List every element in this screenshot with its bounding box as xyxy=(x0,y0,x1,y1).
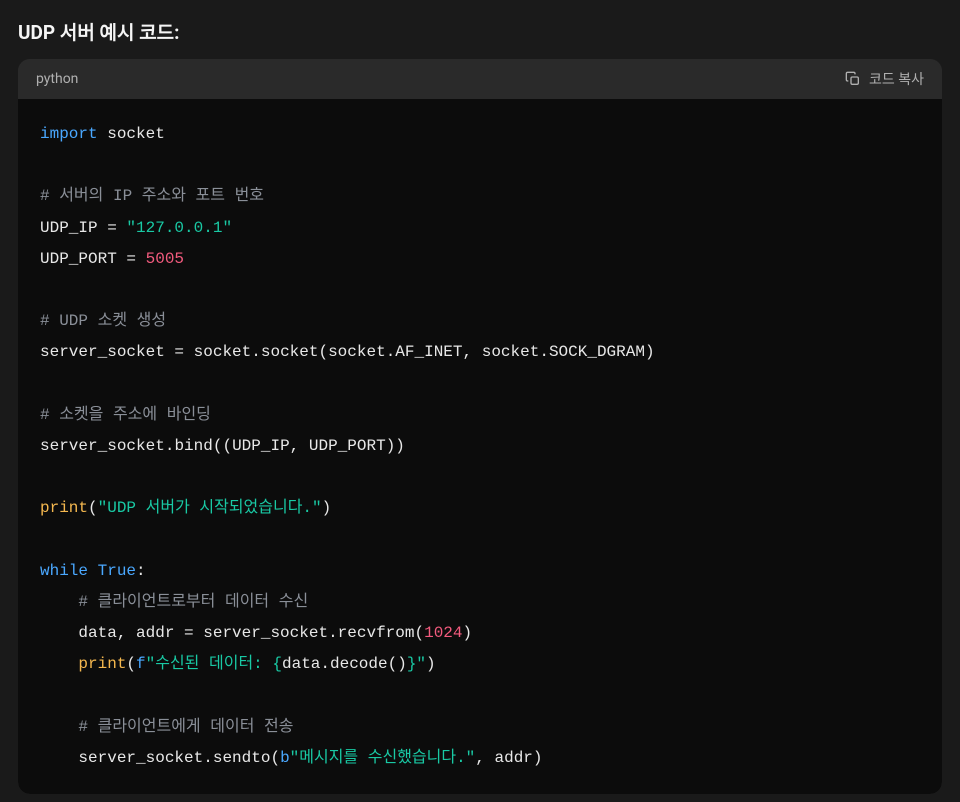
code-token: ( xyxy=(126,655,136,673)
code-token: 1024 xyxy=(424,624,462,642)
code-token: . xyxy=(203,749,213,767)
code-token: recvfrom xyxy=(338,624,415,642)
code-token: ( xyxy=(318,343,328,361)
code-token: import xyxy=(40,125,98,143)
code-token: . xyxy=(539,343,549,361)
code-content[interactable]: import socket # 서버의 IP 주소와 포트 번호 UDP_IP … xyxy=(18,99,942,794)
code-token: ) xyxy=(386,437,396,455)
code-token: server_socket xyxy=(203,624,328,642)
code-token: socket xyxy=(261,343,319,361)
code-token: ) xyxy=(645,343,655,361)
code-token: . xyxy=(251,343,261,361)
code-comment: # 클라이언트에게 데이터 전송 xyxy=(78,718,293,736)
code-token: ( xyxy=(414,624,424,642)
code-token: print xyxy=(78,655,126,673)
code-token: socket xyxy=(194,343,252,361)
code-token: "127.0.0.1" xyxy=(126,219,232,237)
code-token: True xyxy=(98,562,136,580)
code-token: "메시지를 수신했습니다." xyxy=(290,749,476,767)
code-token: ) xyxy=(426,655,436,673)
code-token: server_socket xyxy=(40,343,165,361)
code-token: UDP_IP xyxy=(40,219,98,237)
code-token: . xyxy=(328,624,338,642)
code-token: ) xyxy=(463,624,473,642)
code-token: print xyxy=(40,499,88,517)
code-header: python 코드 복사 xyxy=(18,59,942,99)
code-token: , xyxy=(475,749,494,767)
code-token: sendto xyxy=(213,749,271,767)
code-token: f xyxy=(136,655,146,673)
code-token: data.decode() xyxy=(282,655,407,673)
section-heading: UDP 서버 예시 코드: xyxy=(18,18,942,45)
code-token: = xyxy=(174,624,203,642)
code-token: = xyxy=(165,343,194,361)
code-comment: # 클라이언트로부터 데이터 수신 xyxy=(78,593,308,611)
code-token: ) xyxy=(322,499,332,517)
copy-icon xyxy=(845,71,861,87)
code-token: addr xyxy=(136,624,174,642)
copy-code-button[interactable]: 코드 복사 xyxy=(845,69,924,89)
code-token: ( xyxy=(213,437,223,455)
code-token: socket xyxy=(328,343,386,361)
code-comment: # UDP 소켓 생성 xyxy=(40,312,166,330)
code-token: = xyxy=(98,219,127,237)
code-token: SOCK_DGRAM xyxy=(549,343,645,361)
code-token: ( xyxy=(88,499,98,517)
copy-code-label: 코드 복사 xyxy=(869,69,924,89)
code-token: , xyxy=(463,343,482,361)
code-token: socket xyxy=(482,343,540,361)
code-token: . xyxy=(165,437,175,455)
code-token: "수신된 데이터: xyxy=(146,655,273,673)
code-token: b xyxy=(280,749,290,767)
code-token: server_socket xyxy=(78,749,203,767)
code-token: UDP_PORT xyxy=(309,437,386,455)
code-token: "UDP 서버가 시작되었습니다." xyxy=(98,499,322,517)
code-token: ) xyxy=(533,749,543,767)
code-token: , xyxy=(117,624,136,642)
code-token: : xyxy=(136,562,146,580)
code-token: data xyxy=(78,624,116,642)
code-token: = xyxy=(117,250,146,268)
code-block: python 코드 복사 import socket # 서버의 IP 주소와 … xyxy=(18,59,942,794)
code-token: } xyxy=(407,655,417,673)
code-token: UDP_IP xyxy=(232,437,290,455)
code-comment: # 소켓을 주소에 바인딩 xyxy=(40,406,211,424)
code-token: " xyxy=(416,655,426,673)
code-token: socket xyxy=(107,125,165,143)
code-token: . xyxy=(386,343,396,361)
code-comment: # 서버의 IP 주소와 포트 번호 xyxy=(40,187,264,205)
code-token: ( xyxy=(222,437,232,455)
code-token: , xyxy=(290,437,309,455)
code-token: ) xyxy=(395,437,405,455)
code-token: UDP_PORT xyxy=(40,250,117,268)
code-token: server_socket xyxy=(40,437,165,455)
code-token: bind xyxy=(174,437,212,455)
code-token: 5005 xyxy=(146,250,184,268)
code-token: { xyxy=(272,655,282,673)
code-token: ( xyxy=(270,749,280,767)
code-token: AF_INET xyxy=(395,343,462,361)
code-token: while xyxy=(40,562,88,580)
language-label: python xyxy=(36,71,78,87)
code-token: addr xyxy=(494,749,532,767)
